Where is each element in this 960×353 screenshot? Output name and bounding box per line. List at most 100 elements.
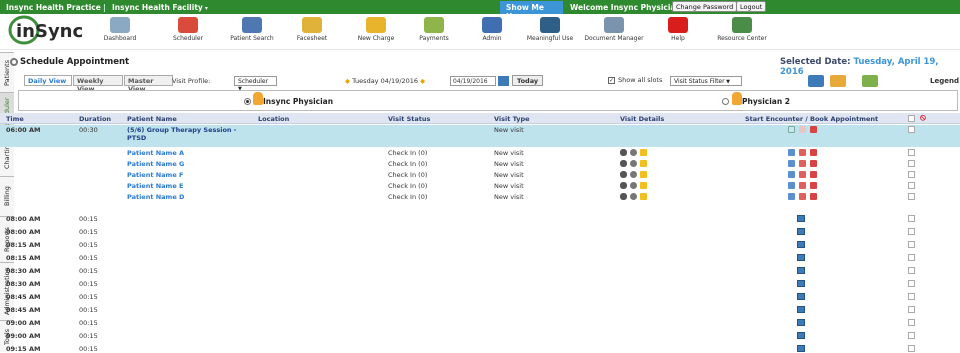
phone-icon[interactable] bbox=[620, 160, 627, 167]
toolbar-resource-center[interactable]: Resource Center bbox=[712, 17, 772, 49]
toolbar-meaningful-use[interactable]: Meaningful Use bbox=[520, 17, 580, 49]
book-appointment-icon[interactable] bbox=[797, 254, 805, 261]
phone-icon[interactable] bbox=[620, 193, 627, 200]
row-checkbox[interactable] bbox=[908, 149, 915, 156]
encounter-icon[interactable] bbox=[788, 182, 795, 189]
check-icon[interactable] bbox=[788, 126, 795, 133]
dollar-icon[interactable] bbox=[630, 182, 637, 189]
row-checkbox[interactable] bbox=[908, 306, 915, 313]
book-appointment-icon[interactable] bbox=[797, 332, 805, 339]
row-checkbox[interactable] bbox=[908, 332, 915, 339]
book-appointment-icon[interactable] bbox=[797, 215, 805, 222]
toolbar-dashboard[interactable]: Dashboard bbox=[90, 17, 150, 49]
book-appointment-icon[interactable] bbox=[797, 267, 805, 274]
cancel-visit-icon[interactable] bbox=[810, 193, 817, 200]
row-checkbox[interactable] bbox=[908, 293, 915, 300]
row-checkbox[interactable] bbox=[908, 215, 915, 222]
down-arrow-icon[interactable] bbox=[640, 171, 647, 178]
sign-icon[interactable] bbox=[799, 126, 806, 133]
show-me-how-button[interactable]: Show Me How > bbox=[500, 1, 563, 21]
encounter-icon[interactable] bbox=[788, 171, 795, 178]
row-checkbox[interactable] bbox=[908, 193, 915, 200]
cancel-visit-icon[interactable] bbox=[810, 149, 817, 156]
cancel-icon[interactable]: ⦸ bbox=[920, 113, 926, 123]
prev-day-arrow-icon[interactable]: ◆ bbox=[345, 77, 350, 85]
select-all-checkbox[interactable] bbox=[908, 115, 915, 122]
find-patient-icon[interactable] bbox=[830, 75, 846, 87]
sign-icon[interactable] bbox=[799, 193, 806, 200]
insync-logo[interactable]: inSync bbox=[8, 15, 96, 47]
facility-selector[interactable]: Insync Health Facility bbox=[112, 3, 208, 12]
tab-master-view[interactable]: Master View bbox=[124, 75, 173, 93]
book-appointment-icon[interactable] bbox=[797, 228, 805, 235]
today-button[interactable]: Today bbox=[512, 75, 544, 86]
calendar-grid-icon[interactable] bbox=[808, 75, 824, 87]
row-checkbox[interactable] bbox=[908, 254, 915, 261]
book-appointment-icon[interactable] bbox=[797, 319, 805, 326]
tab-daily-view[interactable]: Daily View bbox=[24, 75, 72, 86]
cancel-visit-icon[interactable] bbox=[810, 160, 817, 167]
down-arrow-icon[interactable] bbox=[640, 182, 647, 189]
visit-status-filter-select[interactable]: Visit Status Filter bbox=[670, 76, 742, 86]
down-arrow-icon[interactable] bbox=[640, 160, 647, 167]
book-appointment-icon[interactable] bbox=[797, 345, 805, 352]
date-input[interactable]: 04/19/2016 bbox=[450, 76, 496, 86]
toolbar-admin[interactable]: Admin bbox=[462, 17, 522, 49]
visit-profile-select[interactable]: Scheduler bbox=[234, 76, 277, 86]
wheelchair-icon[interactable] bbox=[862, 75, 878, 87]
encounter-icon[interactable] bbox=[788, 160, 795, 167]
physician-1-radio[interactable] bbox=[244, 98, 251, 105]
book-appointment-icon[interactable] bbox=[797, 293, 805, 300]
change-password-button[interactable]: Change Password bbox=[672, 1, 738, 12]
down-arrow-icon[interactable] bbox=[640, 193, 647, 200]
patient-name[interactable]: Patient Name G bbox=[127, 160, 184, 168]
phone-icon[interactable] bbox=[620, 171, 627, 178]
logout-button[interactable]: Logout bbox=[736, 1, 767, 12]
encounter-icon[interactable] bbox=[788, 149, 795, 156]
encounter-icon[interactable] bbox=[788, 193, 795, 200]
dollar-icon[interactable] bbox=[630, 149, 637, 156]
row-checkbox[interactable] bbox=[908, 267, 915, 274]
row-checkbox[interactable] bbox=[908, 345, 915, 352]
book-appointment-icon[interactable] bbox=[797, 280, 805, 287]
down-arrow-icon[interactable] bbox=[640, 149, 647, 156]
sign-icon[interactable] bbox=[799, 182, 806, 189]
toolbar-help[interactable]: Help bbox=[648, 17, 708, 49]
patient-name[interactable]: Patient Name A bbox=[127, 149, 184, 157]
patient-name[interactable]: Patient Name F bbox=[127, 171, 183, 179]
legend-link[interactable]: Legend bbox=[930, 77, 959, 85]
dollar-icon[interactable] bbox=[630, 160, 637, 167]
cancel-visit-icon[interactable] bbox=[810, 126, 817, 133]
next-day-arrow-icon[interactable]: ◆ bbox=[420, 77, 425, 85]
cancel-visit-icon[interactable] bbox=[810, 182, 817, 189]
group-name[interactable]: (5/6) Group Therapy Session - PTSD bbox=[127, 126, 247, 142]
book-appointment-icon[interactable] bbox=[797, 241, 805, 248]
toolbar-patient-search[interactable]: Patient Search bbox=[222, 17, 282, 49]
show-all-slots[interactable]: ✓ Show all slots bbox=[608, 76, 662, 84]
show-all-slots-checkbox[interactable]: ✓ bbox=[608, 76, 615, 84]
row-checkbox[interactable] bbox=[908, 171, 915, 178]
toolbar-new-charge[interactable]: New Charge bbox=[346, 17, 406, 49]
sign-icon[interactable] bbox=[799, 171, 806, 178]
patient-name[interactable]: Patient Name E bbox=[127, 182, 183, 190]
tab-weekly-view[interactable]: Weekly View bbox=[73, 75, 123, 93]
toolbar-payments[interactable]: Payments bbox=[404, 17, 464, 49]
toolbar-facesheet[interactable]: Facesheet bbox=[282, 17, 342, 49]
dollar-icon[interactable] bbox=[630, 171, 637, 178]
practice-name[interactable]: Insync Health Practice bbox=[6, 3, 101, 12]
dollar-icon[interactable] bbox=[630, 193, 637, 200]
physician-2-radio[interactable] bbox=[722, 98, 729, 105]
row-checkbox[interactable] bbox=[908, 241, 915, 248]
sign-icon[interactable] bbox=[799, 149, 806, 156]
calendar-icon[interactable] bbox=[498, 76, 509, 86]
toolbar-scheduler[interactable]: Scheduler bbox=[158, 17, 218, 49]
toolbar-document-manager[interactable]: Document Manager bbox=[584, 17, 644, 49]
book-appointment-icon[interactable] bbox=[797, 306, 805, 313]
row-checkbox[interactable] bbox=[908, 280, 915, 287]
row-checkbox[interactable] bbox=[908, 126, 915, 133]
row-checkbox[interactable] bbox=[908, 228, 915, 235]
phone-icon[interactable] bbox=[620, 182, 627, 189]
phone-icon[interactable] bbox=[620, 149, 627, 156]
sign-icon[interactable] bbox=[799, 160, 806, 167]
row-checkbox[interactable] bbox=[908, 319, 915, 326]
